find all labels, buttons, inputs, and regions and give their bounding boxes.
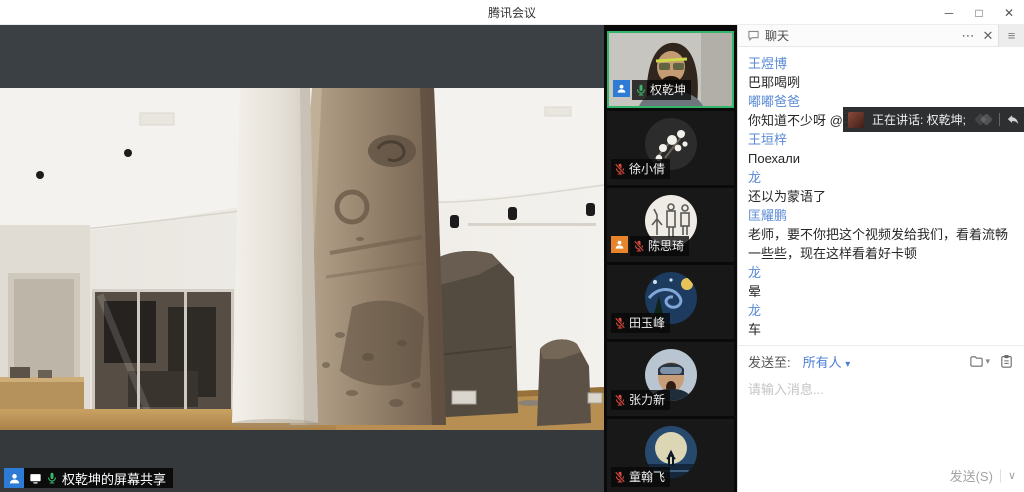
- chat-composer: 发送至: 所有人 ▾ ▾ 发送(S) ∨: [738, 345, 1024, 492]
- chat-bubble-icon: [747, 29, 760, 42]
- chat-message: 王垣梓 Поехали: [748, 130, 1014, 168]
- message-text: 巴耶喝咧: [748, 73, 1014, 92]
- send-options-caret[interactable]: ∨: [1008, 469, 1016, 482]
- close-button[interactable]: ✕: [994, 0, 1024, 25]
- host-badge: [611, 236, 628, 253]
- chat-message: 龙 还以为蒙语了: [748, 168, 1014, 206]
- museum-shared-video: [0, 25, 604, 492]
- mic-muted-icon: [614, 163, 626, 175]
- send-to-label: 发送至:: [748, 352, 791, 371]
- mic-on-icon: [46, 472, 58, 484]
- speaking-toast: 正在讲话: 权乾坤;: [843, 107, 1024, 132]
- message-text: 老师，要不你把这个视频发给我们，看着流畅一些些，现在这样看着好卡顿: [748, 225, 1014, 263]
- white-column: [231, 88, 319, 429]
- participant-name: 童翰飞: [629, 468, 665, 485]
- message-text: Поехали: [748, 149, 1014, 168]
- participant-tile-tianyufeng[interactable]: 田玉峰: [607, 265, 734, 339]
- museum-photo: [0, 88, 604, 430]
- mic-muted-icon: [633, 240, 645, 252]
- chat-message: 王煜博 巴耶喝咧: [748, 54, 1014, 92]
- sender-name: 王垣梓: [748, 130, 1014, 149]
- display-case: [92, 289, 234, 421]
- sender-name: 龙: [748, 301, 1014, 320]
- send-to-dropdown[interactable]: 所有人 ▾: [803, 352, 851, 371]
- sharer-person-badge: [4, 468, 24, 488]
- file-transfer-button[interactable]: ▾: [969, 354, 990, 369]
- participant-name: 权乾坤: [650, 81, 686, 98]
- participant-name: 张力新: [629, 391, 665, 408]
- co-host-badge: [613, 80, 630, 97]
- message-text: 晕: [748, 282, 1014, 301]
- dropdown-caret-icon: ▾: [845, 359, 850, 370]
- participant-tile-quanqiankun[interactable]: 权乾坤: [607, 31, 734, 108]
- participant-strip: 权乾坤 徐小倩: [604, 25, 737, 492]
- chat-close-button[interactable]: ✕: [978, 28, 998, 44]
- minimize-button[interactable]: ─: [934, 0, 964, 25]
- speaking-toast-text: 正在讲话: 权乾坤;: [872, 111, 966, 128]
- mic-muted-icon: [614, 471, 626, 483]
- message-text: 还以为蒙语了: [748, 187, 1014, 206]
- reply-arrow-button[interactable]: [1006, 113, 1020, 127]
- window-title: 腾讯会议: [0, 4, 1024, 21]
- chat-panel: 聊天 ⋯ ✕ ≡ 王煜博 巴耶喝咧 嘟嘟爸爸 你知道不少呀 @王 王垣梓 Пое…: [737, 25, 1024, 492]
- screen-share-label: 权乾坤的屏幕共享: [4, 468, 173, 488]
- folder-caret-icon: ▾: [985, 356, 990, 367]
- message-input[interactable]: [738, 376, 1024, 456]
- chat-header: 聊天 ⋯ ✕ ≡: [738, 25, 1024, 47]
- chat-more-button[interactable]: ⋯: [958, 28, 978, 44]
- screen-share-icon: [29, 472, 42, 485]
- sender-name: 龙: [748, 168, 1014, 187]
- chat-message: 匡耀鹏 老师，要不你把这个视频发给我们，看着流畅一些些，现在这样看着好卡顿: [748, 206, 1014, 263]
- participant-name: 徐小倩: [629, 160, 665, 177]
- participant-tile-xuxiaoqian[interactable]: 徐小倩: [607, 111, 734, 185]
- mic-muted-icon: [614, 394, 626, 406]
- panel-menu-button[interactable]: ≡: [998, 25, 1024, 47]
- title-bar: 腾讯会议 ─ □ ✕: [0, 0, 1024, 25]
- participant-tile-chensiqi[interactable]: 陈思琦: [607, 188, 734, 262]
- send-button[interactable]: 发送(S): [950, 466, 993, 485]
- chat-message-list: 王煜博 巴耶喝咧 嘟嘟爸爸 你知道不少呀 @王 王垣梓 Поехали 龙 还以…: [738, 47, 1024, 344]
- chat-title: 聊天: [765, 27, 789, 44]
- screen-share-stage[interactable]: 权乾坤的屏幕共享: [0, 25, 604, 492]
- participant-name: 田玉峰: [629, 314, 665, 331]
- participant-name: 陈思琦: [648, 237, 684, 254]
- speaker-avatar: [848, 112, 864, 128]
- participant-tile-tonghanfei[interactable]: 童翰飞: [607, 419, 734, 492]
- mic-on-icon: [635, 84, 647, 96]
- chat-message: 龙 车: [748, 301, 1014, 339]
- mic-muted-icon: [614, 317, 626, 329]
- sender-name: 龙: [748, 263, 1014, 282]
- participant-tile-zhanglixin[interactable]: 张力新: [607, 342, 734, 416]
- share-label-text: 权乾坤的屏幕共享: [62, 469, 166, 488]
- sender-name: 王煜博: [748, 54, 1014, 73]
- maximize-button[interactable]: □: [964, 0, 994, 25]
- message-text: 车: [748, 320, 1014, 339]
- window-controls: ─ □ ✕: [934, 0, 1024, 25]
- chat-message: 龙 晕: [748, 263, 1014, 301]
- sender-name: 匡耀鹏: [748, 206, 1014, 225]
- chat-history-button[interactable]: [999, 354, 1014, 369]
- app-window: 腾讯会议 ─ □ ✕: [0, 0, 1024, 492]
